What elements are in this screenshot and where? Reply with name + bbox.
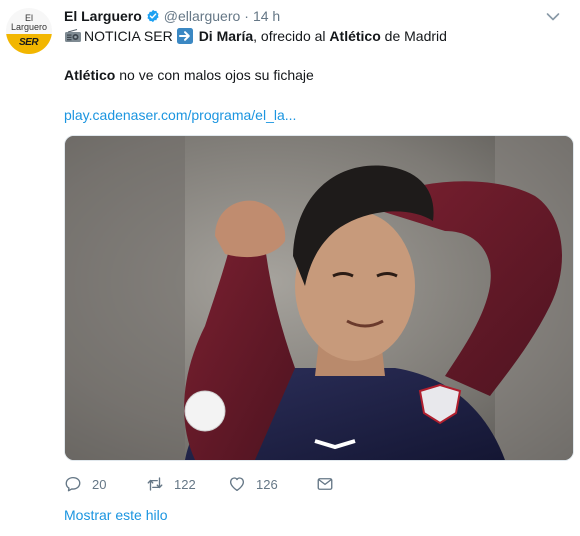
- tweet-actions: 20 122 126: [64, 474, 344, 494]
- tweet-timestamp[interactable]: 14 h: [253, 8, 280, 24]
- reply-button[interactable]: 20: [64, 475, 146, 493]
- radio-icon: [65, 29, 81, 42]
- reply-count: 20: [92, 476, 107, 492]
- tweet-middle: , ofrecido al: [253, 28, 330, 44]
- ser-logo: SER: [6, 34, 52, 54]
- author-name[interactable]: El Larguero: [64, 8, 142, 24]
- tweet-suffix: de Madrid: [380, 28, 447, 44]
- tweet-player: Di María: [198, 28, 254, 44]
- retweet-button[interactable]: 122: [146, 475, 228, 493]
- author-handle[interactable]: @ellarguero: [164, 8, 240, 24]
- like-button[interactable]: 126: [228, 475, 316, 493]
- right-arrow-icon: [176, 28, 193, 44]
- caret-down-icon[interactable]: [546, 12, 560, 22]
- tweet-link[interactable]: play.cadenaser.com/programa/el_la...: [64, 106, 296, 124]
- header-separator: ·: [244, 8, 249, 24]
- tweet-line2-rest: no ve con malos ojos su fichaje: [115, 67, 314, 83]
- direct-message-button[interactable]: [316, 475, 344, 493]
- player-photo: [65, 136, 573, 460]
- reply-icon: [65, 476, 81, 492]
- show-thread-link[interactable]: Mostrar este hilo: [64, 507, 167, 523]
- retweet-count: 122: [174, 476, 196, 492]
- like-count: 126: [256, 476, 278, 492]
- retweet-icon: [147, 477, 163, 491]
- tweet-text-line2: Atlético no ve con malos ojos su fichaje: [64, 66, 314, 84]
- tweet-photo[interactable]: [64, 135, 574, 461]
- tweet-header: El Larguero @ellarguero · 14 h: [64, 6, 280, 26]
- tweet: El Larguero SER El Larguero @ellarguero …: [0, 0, 580, 536]
- verified-icon: [147, 9, 159, 23]
- tweet-club-2: Atlético: [64, 67, 116, 83]
- tweet-text-line1: NOTICIA SER Di María , ofrecido al Atlét…: [64, 27, 447, 45]
- avatar[interactable]: El Larguero SER: [6, 8, 52, 54]
- tweet-club: Atlético: [329, 28, 381, 44]
- tweet-prefix: NOTICIA SER: [84, 28, 173, 44]
- ser-logo-text: SER: [19, 37, 39, 48]
- avatar-text-line2: Larguero: [10, 22, 48, 32]
- like-icon: [229, 477, 245, 492]
- message-icon: [317, 478, 333, 490]
